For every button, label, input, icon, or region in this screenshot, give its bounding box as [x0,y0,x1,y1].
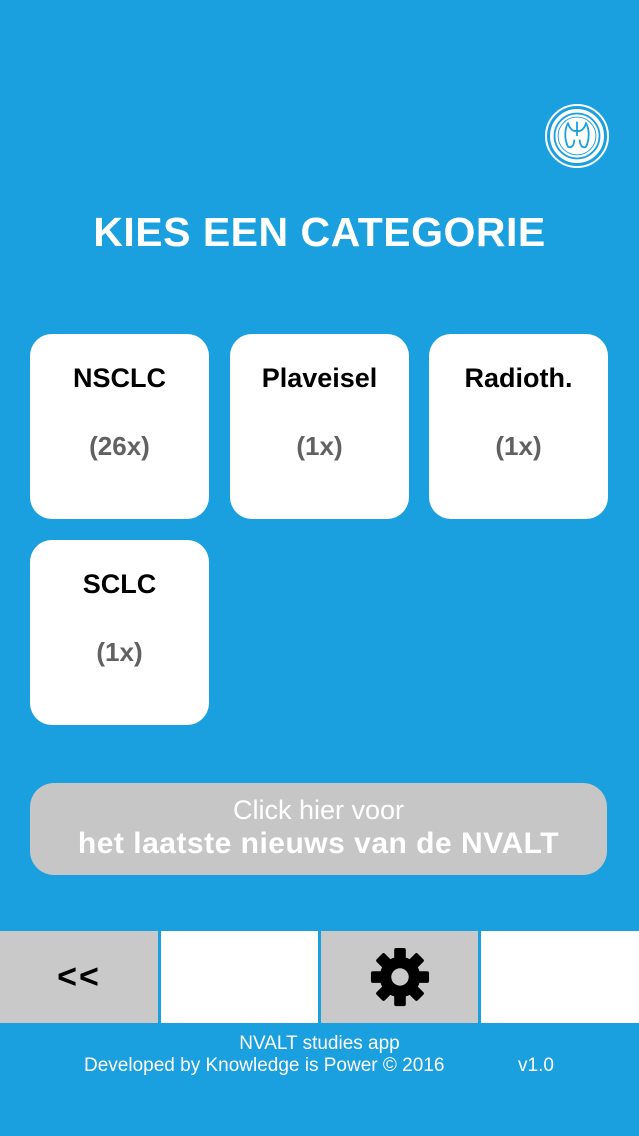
page-title: KIES EEN CATEGORIE [93,209,546,255]
gear-icon [369,946,431,1008]
lungs-logo-icon [545,104,609,168]
back-button[interactable]: << [0,931,158,1023]
category-tile-nsclc[interactable]: NSCLC (26x) [30,334,209,519]
news-button-line2: het laatste nieuws van de NVALT [77,827,560,860]
category-name: NSCLC [73,363,166,393]
category-count: (1x) [96,637,143,667]
category-name: Plaveisel [261,363,378,393]
bottom-toolbar: << [0,930,639,1024]
category-count: (26x) [89,431,150,461]
news-button[interactable]: Click hier voor het laatste nieuws van d… [30,783,607,875]
category-name: Radioth. [464,363,573,393]
category-name: SCLC [82,569,157,599]
back-button-label: << [57,957,101,996]
category-count: (1x) [296,431,343,461]
category-tile-radioth[interactable]: Radioth. (1x) [429,334,608,519]
category-tile-plaveisel[interactable]: Plaveisel (1x) [230,334,409,519]
category-count: (1x) [495,431,542,461]
news-button-line1: Click hier voor [232,795,405,825]
footer-app-name: NVALT studies app [239,1033,400,1054]
category-tile-sclc[interactable]: SCLC (1x) [30,540,209,725]
footer-version: v1.0 [518,1055,554,1076]
footer-developer: Developed by Knowledge is Power © 2016 [84,1055,445,1076]
toolbar-empty-slot-2[interactable] [481,931,639,1023]
settings-button[interactable] [321,931,478,1023]
toolbar-empty-slot-1[interactable] [161,931,318,1023]
